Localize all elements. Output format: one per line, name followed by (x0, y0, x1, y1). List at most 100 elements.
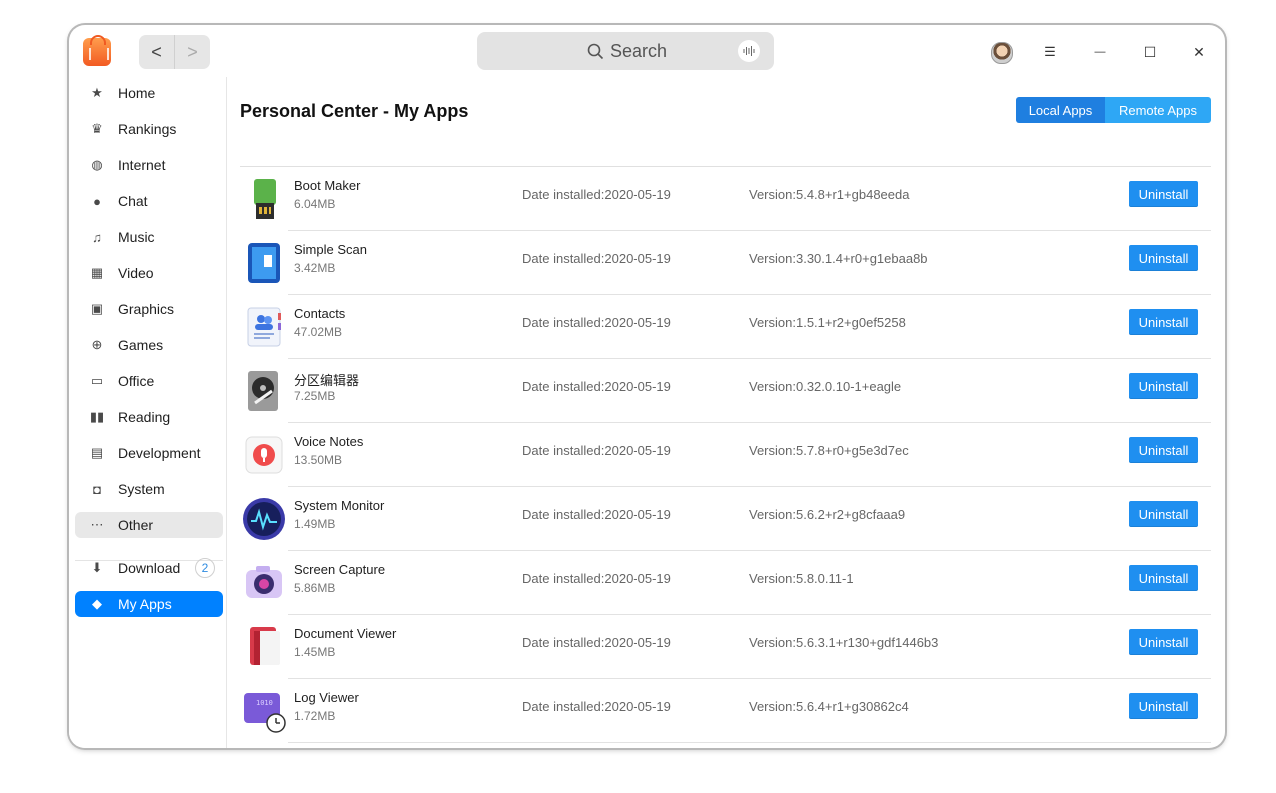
sidebar-item-video[interactable]: ▦ Video (75, 260, 223, 286)
search-input[interactable]: Search (477, 32, 774, 70)
close-icon: ✕ (1193, 43, 1205, 60)
contacts-book-icon (242, 305, 286, 349)
app-row: Document Viewer 1.45MB Date installed:2020… (240, 615, 1211, 679)
app-name: Contacts (294, 306, 346, 321)
app-version: Version:5.8.0.11-1 (749, 571, 854, 586)
app-store-window: < > Search ☰ — ☐ ✕ ★ Home ♛ Rankings ◍ I… (69, 25, 1225, 748)
sidebar-item-chat[interactable]: ● Chat (75, 188, 223, 214)
app-size: 6.04MB (294, 197, 336, 211)
sidebar-item-music[interactable]: ♫ Music (75, 224, 223, 250)
sidebar-item-label: Rankings (118, 121, 177, 137)
sidebar-item-label: Reading (118, 409, 171, 425)
user-avatar[interactable] (991, 42, 1013, 64)
film-icon: ▦ (90, 265, 104, 280)
tab-remote-apps[interactable]: Remote Apps (1105, 97, 1211, 123)
sidebar-item-development[interactable]: ▤ Development (75, 440, 223, 466)
app-version: Version:3.30.1.4+r0+g1ebaa8b (749, 251, 928, 266)
app-install-date: Date installed:2020-05-19 (522, 443, 671, 458)
search-icon (587, 43, 604, 59)
chevron-left-icon: < (151, 41, 162, 62)
app-version: Version:5.4.8+r1+gb48eeda (749, 187, 910, 202)
uninstall-button[interactable]: Uninstall (1129, 693, 1198, 719)
app-install-date: Date installed:2020-05-19 (522, 507, 671, 522)
app-install-date: Date installed:2020-05-19 (522, 379, 671, 394)
maximize-button[interactable]: ☐ (1138, 40, 1162, 64)
app-size: 1.45MB (294, 645, 336, 659)
app-row: System Monitor 1.49MB Date installed:2020-… (240, 487, 1211, 551)
sidebar-item-internet[interactable]: ◍ Internet (75, 152, 223, 178)
sidebar-item-label: Home (118, 85, 156, 101)
app-row: Boot Maker 6.04MB Date installed:2020-05-1… (240, 167, 1211, 231)
app-store-logo-icon (83, 35, 111, 66)
voice-search-button[interactable] (738, 40, 760, 62)
app-size: 5.86MB (294, 581, 336, 595)
more-icon: ⋯ (90, 517, 104, 532)
app-version: Version:1.5.1+r2+g0ef5258 (749, 315, 906, 330)
sidebar-item-label: Other (118, 517, 154, 533)
uninstall-button[interactable]: Uninstall (1129, 181, 1198, 207)
sidebar: ★ Home ♛ Rankings ◍ Internet ● Chat ♫ Mu… (69, 77, 227, 748)
star-icon: ★ (91, 85, 103, 100)
minimize-icon: — (1094, 46, 1106, 58)
close-button[interactable]: ✕ (1187, 40, 1211, 64)
forward-button[interactable]: > (174, 35, 210, 69)
sidebar-item-download[interactable]: ⬇ Download 2 (75, 555, 223, 581)
sidebar-item-graphics[interactable]: ▣ Graphics (75, 296, 223, 322)
app-install-date: Date installed:2020-05-19 (522, 571, 671, 586)
sidebar-item-label: Video (118, 265, 154, 281)
app-name: Log Viewer (294, 690, 359, 705)
app-install-date: Date installed:2020-05-19 (522, 635, 671, 650)
back-button[interactable]: < (139, 35, 174, 69)
sidebar-item-label: System (118, 481, 165, 497)
uninstall-button[interactable]: Uninstall (1129, 501, 1198, 527)
sidebar-item-my-apps[interactable]: ◆ My Apps (75, 591, 223, 617)
sidebar-item-rankings[interactable]: ♛ Rankings (75, 116, 223, 142)
app-size: 1.49MB (294, 517, 336, 531)
sidebar-item-other[interactable]: ⋯ Other (75, 512, 223, 538)
tab-local-apps[interactable]: Local Apps (1016, 97, 1105, 123)
app-row: Screen Capture 5.86MB Date installed:2020-… (240, 551, 1211, 615)
gamepad-icon: ⊕ (91, 337, 103, 352)
app-size: 47.02MB (294, 325, 343, 339)
app-row: Contacts 47.02MB Date installed:2020-05-19… (240, 295, 1211, 359)
chat-bubble-icon: ● (93, 193, 101, 209)
app-install-date: Date installed:2020-05-19 (522, 187, 671, 202)
sidebar-item-games[interactable]: ⊕ Games (75, 332, 223, 358)
download-icon: ⬇ (91, 560, 103, 575)
app-version: Version:5.6.2+r2+g8cfaaa9 (749, 507, 906, 522)
book-icon: ▮▮ (89, 409, 105, 424)
main-content: Personal Center - My Apps Local Apps Rem… (227, 77, 1225, 748)
minimize-button[interactable]: — (1088, 40, 1112, 64)
uninstall-button[interactable]: Uninstall (1129, 629, 1198, 655)
app-name: Voice Notes (294, 434, 364, 449)
maximize-icon: ☐ (1143, 43, 1157, 60)
uninstall-button[interactable]: Uninstall (1129, 309, 1198, 335)
uninstall-button[interactable]: Uninstall (1129, 373, 1198, 399)
app-name: Simple Scan (294, 242, 367, 257)
app-row: Voice Notes 13.50MB Date installed:2020-05… (240, 423, 1211, 487)
app-size: 7.25MB (294, 389, 336, 403)
usb-drive-icon (242, 177, 286, 221)
sidebar-item-reading[interactable]: ▮▮ Reading (75, 404, 223, 430)
uninstall-button[interactable]: Uninstall (1129, 437, 1198, 463)
sidebar-item-label: Music (118, 229, 155, 245)
terminal-icon: ▤ (90, 445, 104, 460)
app-install-date: Date installed:2020-05-19 (522, 251, 671, 266)
sidebar-item-label: My Apps (118, 596, 172, 612)
uninstall-button[interactable]: Uninstall (1129, 565, 1198, 591)
camera-icon (242, 561, 286, 605)
music-note-icon: ♫ (92, 229, 102, 245)
main-menu-button[interactable]: ☰ (1038, 40, 1062, 64)
app-install-date: Date installed:2020-05-19 (522, 699, 671, 714)
sidebar-item-home[interactable]: ★ Home (75, 80, 223, 106)
row-divider (288, 742, 1211, 743)
search-placeholder: Search (610, 40, 668, 61)
sidebar-item-system[interactable]: ◘ System (75, 476, 223, 502)
sidebar-item-label: Office (118, 373, 155, 389)
app-version: Version:5.7.8+r0+g5e3d7ec (749, 443, 909, 458)
app-install-date: Date installed:2020-05-19 (522, 315, 671, 330)
disk-icon (242, 369, 286, 413)
sidebar-item-office[interactable]: ▭ Office (75, 368, 223, 394)
uninstall-button[interactable]: Uninstall (1129, 245, 1198, 271)
app-name: Document Viewer (294, 626, 397, 641)
